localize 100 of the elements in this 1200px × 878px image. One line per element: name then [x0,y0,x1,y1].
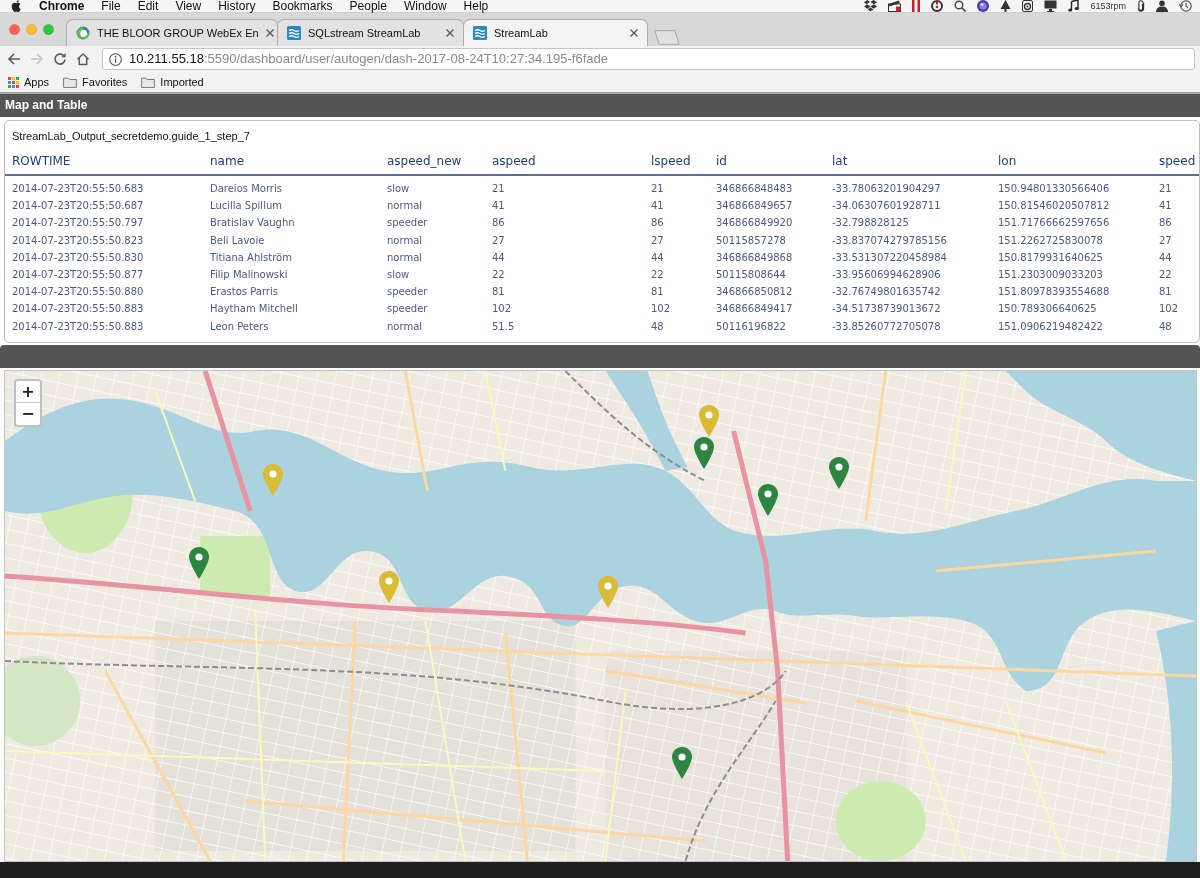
table-cell-text: 346866849657 [715,199,794,214]
table-cell-text: -34.51738739013672 [831,302,942,317]
map-marker-icon[interactable] [829,457,849,489]
map-marker-icon[interactable] [758,484,778,516]
column-header[interactable]: speed [1152,143,1199,175]
table-cell-text: -33.95606994628906 [831,268,942,282]
table-cell-text: 102 [491,302,513,317]
bookmark-link[interactable]: Favorites [63,73,128,91]
table-cell-text: normal [386,199,424,214]
column-header[interactable]: aspeed_new [380,143,485,175]
column-header[interactable]: id [709,143,825,175]
table-cell-text: 2014-07-23T20:55:50.883 [11,302,145,317]
diamond-icon[interactable] [864,0,878,12]
table-cell-text: Haytham Mitchell [209,302,299,317]
map-marker-icon[interactable] [263,464,283,496]
speaker-icon[interactable] [1022,0,1034,12]
menu-item[interactable]: History [218,0,256,12]
monitor-icon[interactable] [1044,0,1058,12]
address-field[interactable]: 10.211.55.18:5590/dashboard/user/autogen/dash-2017-08-24T10:27:34.195-f6fade [102,48,1195,70]
browser-tab[interactable]: StreamLab [463,19,648,46]
reload-icon[interactable] [53,52,67,66]
table-cell-text: 346866849920 [715,216,794,231]
table-cell-text: 86 [491,216,506,231]
close-icon[interactable] [265,29,274,37]
table-cell-text: normal [386,250,424,265]
bookmark-link[interactable]: Imported [141,73,204,91]
table-cell: 150.94801330566406 [991,175,1152,198]
person-icon[interactable] [1156,0,1168,12]
map-marker-icon[interactable] [699,405,719,437]
paperclip-icon[interactable] [1137,0,1145,12]
table-cell-text: 102 [650,302,672,317]
menu-item[interactable]: People [349,0,387,12]
browser-tab[interactable]: THE BLOOR GROUP WebEx En [66,19,278,46]
table-cell-text: 50116196822 [715,319,787,334]
apple-icon[interactable] [11,0,22,12]
tree-icon[interactable] [1000,0,1012,12]
table-cell-text: -32.798828125 [831,216,910,231]
menu-item[interactable]: File [101,0,121,12]
table-cell-text: speeder [386,285,429,300]
music-note-icon[interactable] [1068,0,1080,12]
folder-icon [141,76,156,88]
zoom-in-button[interactable]: + [16,381,40,403]
close-icon[interactable] [630,29,638,37]
table-cell-text: 27 [1158,233,1173,248]
table-cell: -33.78063201904297 [825,175,991,198]
table-cell-text: normal [386,319,424,334]
table-cell-text: -32.76749801635742 [831,285,942,300]
status-text: 6153rpm [1090,1,1126,11]
table-cell-text: -34.06307601928711 [831,199,942,214]
map-marker-icon[interactable] [189,547,209,579]
column-header[interactable]: aspeed [485,143,644,175]
info-icon[interactable] [109,52,122,66]
map-marker-icon[interactable] [672,747,692,779]
close-icon[interactable] [446,29,454,37]
clapperboard-icon[interactable] [888,0,902,12]
table-cell-text: -33.837074279785156 [831,233,948,248]
table-cell-text: 151.80978393554688 [997,285,1111,300]
table-cell-text: Erastos Parris [209,285,279,300]
table-cell-text: speeder [386,302,429,317]
menu-item[interactable]: Window [403,0,447,12]
table-cell-text: normal [386,233,424,248]
table-cell-text: 151.2262725830078 [997,233,1104,248]
table-cell-text: 41 [491,199,506,214]
search-icon[interactable] [954,0,967,12]
browser-tab[interactable]: SQLstream StreamLab [277,19,464,46]
clock-icon[interactable] [1179,0,1192,12]
table-cell-text: 27 [650,233,665,248]
column-header[interactable]: lspeed [644,143,709,175]
column-header[interactable]: lon [991,143,1152,175]
page-title: Map and Table [5,98,88,112]
column-header[interactable]: ROWTIME [5,143,203,175]
pause-icon[interactable] [912,0,921,12]
app-menu[interactable]: Chrome [39,0,85,12]
map-marker-icon[interactable] [598,576,618,608]
table-cell-text: 102 [1158,302,1180,317]
menu-item[interactable]: View [175,0,202,12]
table-cell-text: 2014-07-23T20:55:50.687 [11,199,145,214]
table-cell-text: 2014-07-23T20:55:50.883 [11,319,145,334]
table-cell-text: 48 [1158,319,1173,334]
table-cell-text: 346866850812 [715,285,794,300]
apps-icon [8,76,19,88]
table-cell-text: 22 [1158,268,1173,282]
map-marker-icon[interactable] [379,571,399,603]
column-header[interactable]: lat [825,143,991,175]
home-icon[interactable] [76,52,90,66]
table-cell-text: 81 [650,285,665,300]
menu-item[interactable]: Edit [137,0,159,12]
bookmark-link[interactable]: Apps [8,73,50,91]
orb-icon[interactable] [977,0,990,12]
map-marker-icon[interactable] [694,437,714,469]
menu-item[interactable]: Help [463,0,489,12]
back-icon[interactable] [7,52,21,66]
waves-icon [473,26,487,40]
menu-item[interactable]: Bookmarks [272,0,333,12]
warning-icon[interactable] [931,0,944,12]
column-header[interactable]: name [203,143,380,175]
table-cell-text: 50115857278 [715,233,787,248]
table-cell-text: 44 [650,250,665,265]
table-cell-text: 22 [650,268,665,282]
table-cell-text: 150.8179931640625 [997,250,1104,265]
